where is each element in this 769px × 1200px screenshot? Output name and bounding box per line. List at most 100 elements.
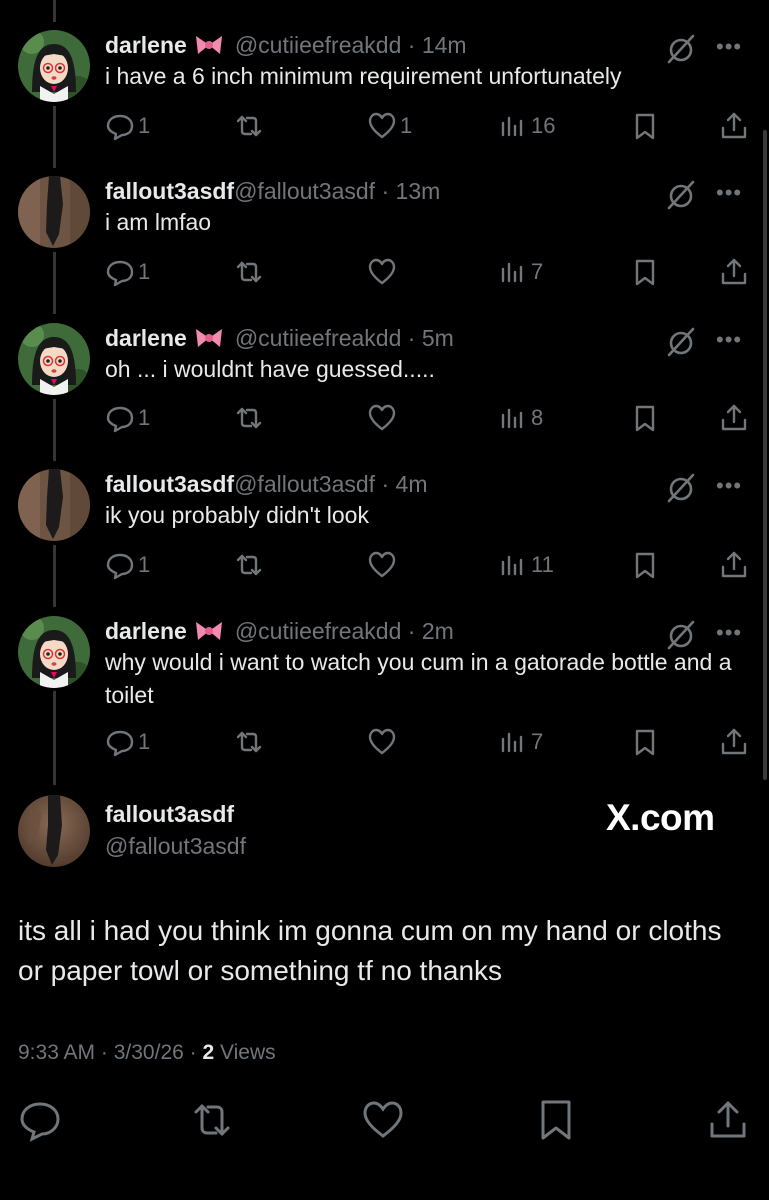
like-button[interactable]: [367, 403, 400, 433]
bookmark-icon[interactable]: [630, 550, 660, 580]
retweet-button[interactable]: [234, 727, 267, 757]
bookmark-button[interactable]: [630, 403, 660, 433]
avatar[interactable]: [18, 616, 90, 688]
author-name[interactable]: darlene: [105, 32, 187, 58]
share-icon[interactable]: [706, 1098, 750, 1142]
reply-icon[interactable]: [105, 403, 135, 433]
avatar[interactable]: [18, 30, 90, 102]
reply-icon[interactable]: [105, 111, 135, 141]
retweet-icon[interactable]: [234, 111, 264, 141]
bookmark-icon[interactable]: [630, 403, 660, 433]
bookmark-button[interactable]: [630, 257, 660, 287]
retweet-icon[interactable]: [234, 550, 264, 580]
more-options-icon[interactable]: •••: [716, 325, 742, 355]
like-icon[interactable]: [367, 550, 397, 580]
more-options-icon[interactable]: •••: [716, 471, 742, 501]
views-icon[interactable]: [498, 257, 528, 287]
views-icon[interactable]: [498, 111, 528, 141]
author-handle[interactable]: @cutiieefreakdd: [235, 32, 402, 58]
reply-button[interactable]: 1: [105, 111, 150, 141]
like-button[interactable]: 1: [367, 111, 412, 141]
more-options-icon[interactable]: •••: [716, 32, 742, 62]
views-button[interactable]: 7: [498, 257, 543, 287]
bookmark-icon[interactable]: [630, 727, 660, 757]
main-tweet-author-name[interactable]: fallout3asdf: [105, 801, 234, 828]
share-icon[interactable]: [719, 257, 749, 287]
bookmark-button[interactable]: [630, 550, 660, 580]
retweet-button[interactable]: [234, 257, 267, 287]
tweet-date[interactable]: 3/30/26: [114, 1041, 184, 1064]
share-button[interactable]: [719, 550, 749, 580]
more-options-icon[interactable]: •••: [716, 178, 742, 208]
reply-button[interactable]: 1: [105, 257, 150, 287]
views-icon[interactable]: [498, 403, 528, 433]
views-count: 8: [531, 405, 544, 430]
retweet-button[interactable]: [234, 403, 267, 433]
views-icon[interactable]: [498, 727, 528, 757]
bookmark-icon[interactable]: [630, 111, 660, 141]
bookmark-icon[interactable]: [534, 1098, 578, 1142]
reply-icon[interactable]: [105, 550, 135, 580]
reply-icon[interactable]: [105, 257, 135, 287]
main-tweet-action-bar: [0, 1098, 769, 1142]
views-button[interactable]: 7: [498, 727, 543, 757]
avatar[interactable]: [18, 469, 90, 541]
tweet-time[interactable]: 14m: [422, 32, 467, 58]
share-button[interactable]: [719, 111, 749, 141]
like-button[interactable]: [367, 727, 400, 757]
bookmark-icon[interactable]: [630, 257, 660, 287]
tweet-time[interactable]: 5m: [422, 325, 454, 351]
reply-button[interactable]: 1: [105, 550, 150, 580]
share-icon[interactable]: [719, 727, 749, 757]
author-name[interactable]: darlene: [105, 325, 187, 351]
main-tweet-author-handle[interactable]: @fallout3asdf: [105, 833, 246, 860]
scrollbar[interactable]: [763, 130, 767, 780]
tweet-time[interactable]: 4m: [396, 471, 428, 497]
views-button[interactable]: 11: [498, 550, 554, 580]
retweet-button[interactable]: [234, 111, 267, 141]
like-icon[interactable]: [367, 257, 397, 287]
tweet-action-bar: 1 7: [105, 727, 755, 757]
share-icon[interactable]: [719, 550, 749, 580]
views-icon[interactable]: [498, 550, 528, 580]
like-button[interactable]: [367, 257, 400, 287]
author-handle[interactable]: @fallout3asdf: [234, 178, 375, 204]
author-name[interactable]: fallout3asdf: [105, 178, 234, 204]
retweet-button[interactable]: [234, 550, 267, 580]
share-button[interactable]: [719, 403, 749, 433]
like-icon[interactable]: [367, 403, 397, 433]
reply-icon[interactable]: [105, 727, 135, 757]
share-icon[interactable]: [719, 111, 749, 141]
author-handle[interactable]: @fallout3asdf: [234, 471, 375, 497]
avatar[interactable]: [18, 176, 90, 248]
tweet-time[interactable]: 13m: [396, 178, 441, 204]
retweet-icon[interactable]: [234, 257, 264, 287]
reply-button[interactable]: 1: [105, 727, 150, 757]
tweet-time[interactable]: 2m: [422, 618, 454, 644]
views-button[interactable]: 8: [498, 403, 543, 433]
like-icon[interactable]: [367, 727, 397, 757]
tweet-time[interactable]: 9:33 AM: [18, 1041, 95, 1064]
author-handle[interactable]: @cutiieefreakdd: [235, 618, 402, 644]
views-button[interactable]: 16: [498, 111, 555, 141]
retweet-icon[interactable]: [234, 403, 264, 433]
share-button[interactable]: [719, 727, 749, 757]
like-button[interactable]: [367, 550, 400, 580]
retweet-icon[interactable]: [234, 727, 264, 757]
avatar[interactable]: [18, 323, 90, 395]
like-icon[interactable]: [361, 1098, 405, 1142]
time-separator: ·: [401, 325, 422, 351]
reply-icon[interactable]: [18, 1098, 62, 1142]
share-button[interactable]: [719, 257, 749, 287]
more-options-icon[interactable]: •••: [716, 618, 742, 648]
share-icon[interactable]: [719, 403, 749, 433]
like-icon[interactable]: [367, 111, 397, 141]
retweet-icon[interactable]: [190, 1098, 234, 1142]
bookmark-button[interactable]: [630, 727, 660, 757]
author-name[interactable]: darlene: [105, 618, 187, 644]
author-handle[interactable]: @cutiieefreakdd: [235, 325, 402, 351]
bookmark-button[interactable]: [630, 111, 660, 141]
author-name[interactable]: fallout3asdf: [105, 471, 234, 497]
main-tweet-avatar[interactable]: [18, 795, 90, 867]
reply-button[interactable]: 1: [105, 403, 150, 433]
